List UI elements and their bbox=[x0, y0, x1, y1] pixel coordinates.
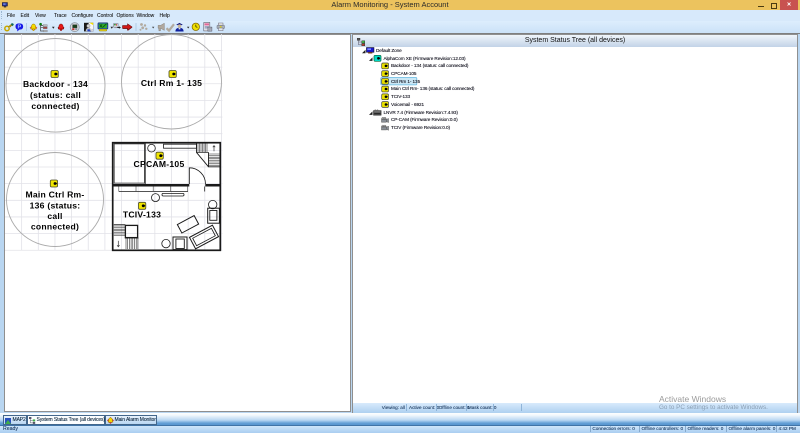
svg-text:136 (status:: 136 (status: bbox=[30, 201, 81, 211]
svg-text:P: P bbox=[17, 25, 21, 31]
svg-text:connected): connected) bbox=[31, 101, 79, 111]
svg-text:TCIV-133: TCIV-133 bbox=[123, 210, 161, 220]
svg-text:(status: call: (status: call bbox=[30, 90, 81, 100]
svg-text:Ctrl Rm 1- 135: Ctrl Rm 1- 135 bbox=[141, 78, 202, 88]
svg-text:connected): connected) bbox=[31, 222, 79, 232]
svg-text:Main Ctrl Rm-: Main Ctrl Rm- bbox=[25, 190, 84, 200]
svg-text:call: call bbox=[47, 211, 62, 221]
svg-text:CPCAM-105: CPCAM-105 bbox=[134, 159, 185, 169]
svg-text:Backdoor - 134: Backdoor - 134 bbox=[23, 79, 88, 89]
